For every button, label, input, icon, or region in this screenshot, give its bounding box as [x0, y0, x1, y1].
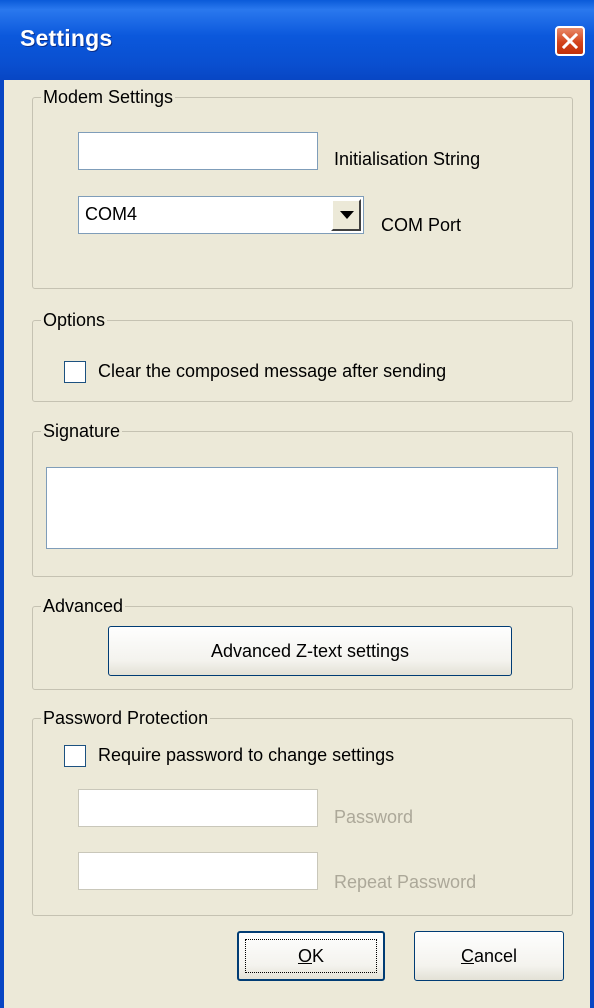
- modem-settings-label: Modem Settings: [41, 85, 176, 109]
- window-frame-left: [0, 80, 4, 1008]
- initialisation-string-input[interactable]: [78, 132, 318, 170]
- com-port-value: COM4: [85, 204, 138, 224]
- ok-button[interactable]: OK: [237, 931, 385, 981]
- clear-message-checkbox[interactable]: [64, 361, 86, 383]
- advanced-label: Advanced: [41, 594, 126, 618]
- cancel-label: Cancel: [460, 946, 518, 966]
- window-frame-right: [590, 80, 594, 1008]
- clear-message-label[interactable]: Clear the composed message after sending: [98, 360, 446, 382]
- com-port-dropdown-button[interactable]: [331, 199, 361, 231]
- advanced-ztext-settings-label: Advanced Z-text settings: [210, 641, 410, 661]
- require-password-checkbox[interactable]: [64, 745, 86, 767]
- password-protection-label: Password Protection: [41, 706, 211, 730]
- password-input[interactable]: [78, 789, 318, 827]
- modem-settings-group: Modem Settings: [32, 85, 573, 289]
- advanced-ztext-settings-button[interactable]: Advanced Z-text settings: [108, 626, 512, 676]
- com-port-label: COM Port: [381, 215, 462, 235]
- title-bar[interactable]: Settings: [0, 0, 594, 80]
- options-label: Options: [41, 308, 108, 332]
- com-port-select[interactable]: COM4: [78, 196, 364, 234]
- require-password-label[interactable]: Require password to change settings: [98, 744, 394, 766]
- password-label: Password: [334, 807, 414, 827]
- repeat-password-input[interactable]: [78, 852, 318, 890]
- close-icon: [562, 33, 578, 49]
- close-button[interactable]: [555, 26, 585, 56]
- cancel-button[interactable]: Cancel: [414, 931, 564, 981]
- chevron-down-icon: [340, 211, 354, 219]
- signature-label: Signature: [41, 419, 123, 443]
- signature-textarea[interactable]: [46, 467, 558, 549]
- ok-focus-rect: [245, 939, 377, 973]
- initialisation-string-label: Initialisation String: [334, 149, 481, 169]
- window-title: Settings: [20, 25, 113, 51]
- repeat-password-label: Repeat Password: [334, 872, 477, 892]
